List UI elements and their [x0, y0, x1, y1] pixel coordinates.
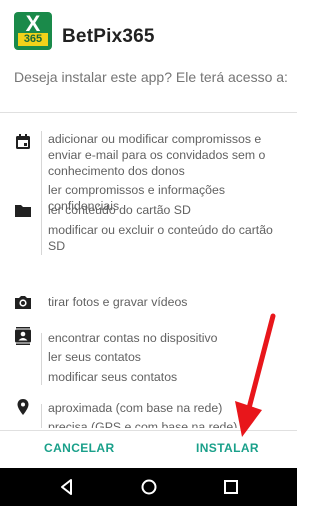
app-icon-letter: X: [25, 12, 41, 36]
permission-item: aproximada (com base na rede): [48, 401, 223, 415]
app-header: X 365 BetPix365: [0, 0, 297, 62]
folder-icon: [15, 205, 31, 217]
calendar-icon: [16, 134, 30, 149]
group-line: [41, 207, 42, 255]
location-icon: [17, 399, 29, 415]
group-line: [41, 131, 42, 217]
group-line: [41, 333, 42, 385]
permission-item: precisa (GPS e com base na rede): [48, 420, 238, 428]
navigation-bar: [0, 468, 297, 506]
permission-item: tirar fotos e gravar vídeos: [48, 295, 188, 309]
permission-item: ler conteúdo do cartão SD: [48, 203, 191, 217]
permission-item: modificar ou excluir o conteúdo do cartã…: [48, 223, 273, 253]
footer-divider: [0, 430, 297, 431]
install-button[interactable]: INSTALAR: [196, 441, 259, 455]
permission-item: encontrar contas no dispositivo: [48, 331, 218, 345]
permission-item: ler seus contatos: [48, 350, 141, 364]
permission-item: adicionar ou modificar compromissos e en…: [48, 132, 266, 178]
recents-icon[interactable]: [222, 478, 240, 496]
cancel-button[interactable]: CANCELAR: [44, 441, 115, 455]
home-icon[interactable]: [140, 478, 158, 496]
app-name: BetPix365: [62, 26, 155, 47]
group-line: [41, 404, 42, 428]
contacts-icon: [15, 327, 31, 345]
camera-icon: [15, 296, 31, 309]
back-icon[interactable]: [58, 478, 76, 496]
app-icon-number: 365: [18, 33, 48, 46]
install-question: Deseja instalar este app? Ele terá acess…: [14, 69, 288, 85]
permission-list[interactable]: adicionar ou modificar compromissos e en…: [0, 113, 297, 428]
permission-item: modificar seus contatos: [48, 370, 178, 384]
app-icon: X 365: [14, 12, 52, 50]
